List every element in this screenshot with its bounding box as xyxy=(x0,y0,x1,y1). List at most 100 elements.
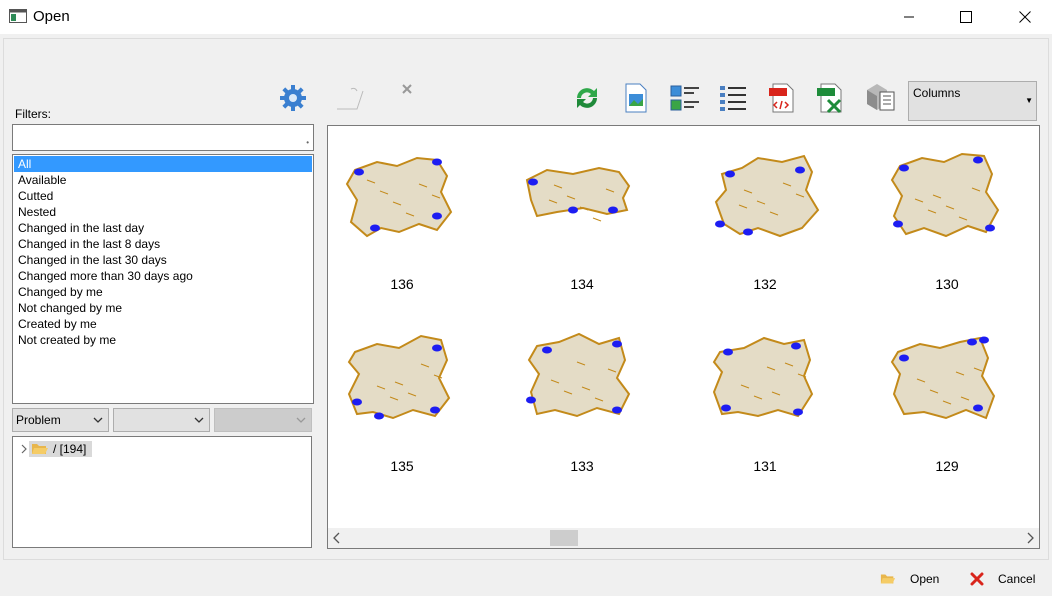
list-thumbnails-button[interactable] xyxy=(668,81,702,115)
filter-item[interactable]: Not changed by me xyxy=(14,300,312,316)
refresh-icon xyxy=(577,88,597,108)
csv-export-icon xyxy=(817,83,842,114)
filter-item[interactable]: Changed in the last 8 days xyxy=(14,236,312,252)
hide-number-label: 134 xyxy=(570,276,594,292)
hide-number-label: 132 xyxy=(753,276,777,292)
filter-item[interactable]: Created by me xyxy=(14,316,312,332)
defect-mark xyxy=(432,212,442,220)
filter-search-input[interactable]: • xyxy=(12,124,314,151)
filter-item[interactable]: All xyxy=(14,156,312,172)
defect-mark xyxy=(374,412,384,420)
minimize-icon xyxy=(904,16,914,18)
hide-shape-image xyxy=(347,334,451,420)
defect-mark xyxy=(612,340,622,348)
gear-icon xyxy=(280,85,306,111)
defect-mark xyxy=(354,168,364,176)
defect-mark xyxy=(568,206,578,214)
xml-export-button[interactable] xyxy=(766,81,798,115)
details-list-button[interactable] xyxy=(717,81,749,115)
close-button[interactable] xyxy=(1002,0,1048,34)
image-view-icon xyxy=(625,83,647,113)
hide-shape-image xyxy=(526,332,631,418)
tree-root-row[interactable]: / [194] xyxy=(19,441,93,457)
filter-item[interactable]: Nested xyxy=(14,204,312,220)
group-by-combo-3[interactable] xyxy=(214,408,312,432)
defect-mark xyxy=(542,346,552,354)
hide-thumbnail-item[interactable]: 135 xyxy=(337,322,467,474)
defect-mark xyxy=(985,224,995,232)
defect-mark xyxy=(721,404,731,412)
defect-mark xyxy=(608,206,618,214)
chevron-down-icon xyxy=(194,417,204,423)
hide-number-label: 130 xyxy=(935,276,959,292)
hide-thumbnail-item[interactable]: 136 xyxy=(337,140,467,292)
hide-number-label: 133 xyxy=(570,458,594,474)
hide-thumbnail-item[interactable]: 133 xyxy=(517,322,647,474)
defect-mark xyxy=(723,348,733,356)
cancel-button[interactable]: Cancel xyxy=(970,566,1035,592)
hide-thumbnail-item[interactable]: 131 xyxy=(700,322,830,474)
resize-grip-icon: • xyxy=(306,138,309,147)
scroll-right-icon[interactable] xyxy=(1025,531,1035,545)
hide-thumbnail-item[interactable]: 134 xyxy=(517,140,647,292)
filter-item[interactable]: Cutted xyxy=(14,188,312,204)
filter-item[interactable]: Changed in the last day xyxy=(14,220,312,236)
window-title: Open xyxy=(33,8,70,25)
filter-item[interactable]: Changed more than 30 days ago xyxy=(14,268,312,284)
csv-export-button[interactable] xyxy=(815,81,847,115)
maximize-button[interactable] xyxy=(943,0,989,34)
undo-button[interactable] xyxy=(334,84,366,112)
defect-mark xyxy=(791,342,801,350)
3d-view-button[interactable] xyxy=(862,81,898,115)
folder-open-icon xyxy=(32,444,48,454)
clear-button[interactable] xyxy=(398,80,416,98)
hide-thumbnail-item[interactable]: 129 xyxy=(882,322,1012,474)
title-bar: Open xyxy=(0,0,1052,34)
scroll-left-icon[interactable] xyxy=(332,531,342,545)
defect-mark xyxy=(528,178,538,186)
folder-tree: / [194] xyxy=(12,436,312,548)
filter-item[interactable]: Available xyxy=(14,172,312,188)
filter-item[interactable]: Changed in the last 30 days xyxy=(14,252,312,268)
hide-thumbnail-item[interactable]: 130 xyxy=(882,140,1012,292)
clear-icon xyxy=(402,84,412,94)
defect-mark xyxy=(793,408,803,416)
defect-mark xyxy=(370,224,380,232)
details-list-icon xyxy=(720,86,746,111)
image-view-button[interactable] xyxy=(621,81,651,115)
view-mode-select[interactable]: Columns ▼ xyxy=(908,81,1037,121)
scrollbar-thumb[interactable] xyxy=(550,530,578,546)
filters-label: Filters: xyxy=(15,107,51,121)
defect-mark xyxy=(725,170,735,178)
filter-item[interactable]: Changed by me xyxy=(14,284,312,300)
defect-mark xyxy=(612,406,622,414)
list-thumbnails-icon xyxy=(670,85,699,111)
settings-button[interactable] xyxy=(277,82,309,114)
chevron-down-icon xyxy=(93,417,103,423)
defect-mark xyxy=(432,158,442,166)
hide-number-label: 136 xyxy=(390,276,414,292)
defect-mark xyxy=(973,156,983,164)
tree-root-node[interactable]: / [194] xyxy=(29,441,93,457)
open-button[interactable]: Open xyxy=(880,566,939,592)
group-by-combo-1[interactable]: Problem xyxy=(12,408,109,432)
open-button-label: Open xyxy=(910,572,940,586)
defect-mark xyxy=(899,354,909,362)
close-icon xyxy=(1019,11,1031,23)
hide-thumbnail-item[interactable]: 132 xyxy=(700,140,830,292)
refresh-button[interactable] xyxy=(570,81,604,115)
dropdown-arrow-icon: ▼ xyxy=(1025,96,1033,105)
defect-mark xyxy=(893,220,903,228)
app-window-icon xyxy=(9,9,27,23)
horizontal-scrollbar[interactable] xyxy=(328,528,1039,548)
3d-view-icon xyxy=(867,84,895,111)
chevron-right-icon[interactable] xyxy=(19,444,29,454)
defect-mark xyxy=(430,406,440,414)
hide-shape-image xyxy=(714,154,820,238)
defect-mark xyxy=(352,398,362,406)
minimize-button[interactable] xyxy=(886,0,932,34)
group-by-combo-1-value: Problem xyxy=(16,413,61,427)
group-by-combo-2[interactable] xyxy=(113,408,210,432)
hide-number-label: 129 xyxy=(935,458,959,474)
filter-item[interactable]: Not created by me xyxy=(14,332,312,348)
